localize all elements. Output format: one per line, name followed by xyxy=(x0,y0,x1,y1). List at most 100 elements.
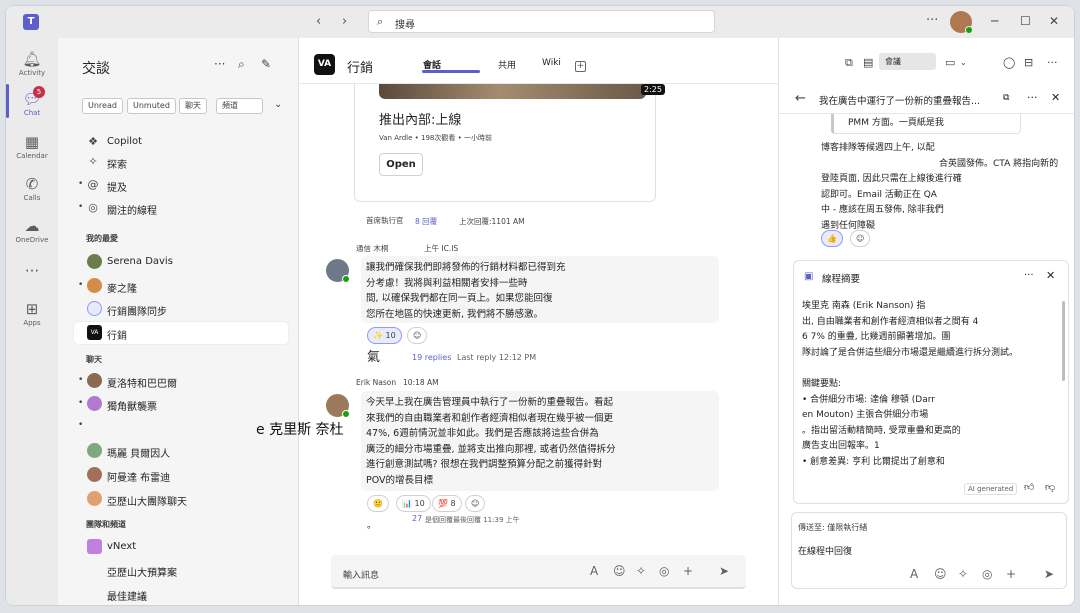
sidebar-item-chat[interactable]: • 獨角獸襲票 xyxy=(74,393,288,415)
sidebar-item-followed[interactable]: • ◎ 關注的線程 xyxy=(74,197,288,219)
filter-channels[interactable]: 頻道 xyxy=(216,98,263,114)
search-box[interactable]: ⌕ 搜尋 xyxy=(368,10,715,33)
title-bar: T ‹ › ⌕ 搜尋 ··· ─ ☐ ✕ xyxy=(6,6,1074,38)
replies-link[interactable]: 19 replies xyxy=(412,353,451,362)
unread-badge: 5 xyxy=(33,86,45,98)
loop-icon[interactable]: ◎ xyxy=(659,564,669,578)
sidebar-item-chat[interactable]: 亞歷山大團隊聊天 xyxy=(74,488,288,510)
panel-icon[interactable]: ⊟ xyxy=(1024,56,1033,69)
popout-icon[interactable]: ⧉ xyxy=(1003,93,1009,103)
avatar[interactable] xyxy=(326,259,350,283)
thumbs-up-icon[interactable]: 👍︎ xyxy=(1024,481,1034,493)
filter-unread[interactable]: Unread xyxy=(82,98,123,114)
sticker-icon[interactable]: ✧ xyxy=(958,567,968,581)
video-icon[interactable]: ▭ xyxy=(945,56,955,69)
message-input[interactable]: 輸入訊息 xyxy=(343,568,379,581)
reaction-chart[interactable]: 📊 10 xyxy=(396,495,431,512)
close-window-icon[interactable]: ✕ xyxy=(1049,14,1059,28)
replies-link[interactable]: 8 回覆 xyxy=(415,216,437,227)
scrollbar[interactable] xyxy=(1062,301,1065,381)
format-icon[interactable]: A xyxy=(590,564,598,578)
reply-target[interactable]: 傳送至: 僅限執行緒 xyxy=(798,522,867,533)
sidebar-item-copilot[interactable]: ❖ Copilot xyxy=(74,131,288,153)
filter-unmuted[interactable]: Unmuted xyxy=(127,98,176,114)
rail-calendar[interactable]: ▦ Calendar xyxy=(6,133,58,160)
format-icon[interactable]: A xyxy=(910,567,918,581)
back-arrow-icon[interactable]: ← xyxy=(795,91,806,106)
close-icon[interactable]: ✕ xyxy=(1051,91,1060,104)
profile-avatar[interactable] xyxy=(950,11,973,34)
sidebar-item-marketing-sync[interactable]: 行銷團隊同步 xyxy=(74,298,288,320)
rail-activity[interactable]: 🔔︎ Activity xyxy=(6,50,58,77)
reaction-sparkle[interactable]: ✨ 10 xyxy=(367,327,402,344)
chevron-down-icon[interactable]: ⌄ xyxy=(960,58,967,67)
sidebar-item-mentions[interactable]: • @ 提及 xyxy=(74,174,288,196)
tab-shared[interactable]: 共用 xyxy=(498,58,516,71)
rail-calls[interactable]: ✆ Calls xyxy=(6,175,58,202)
emoji-icon[interactable]: ☺ xyxy=(613,564,626,578)
sidebar-item-marketing[interactable]: VA 行銷 xyxy=(74,322,288,344)
sidebar-item-serena[interactable]: Serena Davis xyxy=(74,251,288,273)
add-reaction-icon[interactable]: ☺ xyxy=(465,495,486,512)
compose-box[interactable]: 輸入訊息 A ☺ ✧ ◎ + ➤ xyxy=(331,555,746,589)
chat-bubble-icon[interactable]: ◯ xyxy=(1003,56,1015,69)
plus-icon[interactable]: + xyxy=(1006,567,1016,581)
reaction-100[interactable]: 💯 8 xyxy=(432,495,462,512)
sidebar-item-discover[interactable]: ✧ 探索 xyxy=(74,151,288,173)
clipboard-icon[interactable]: ▤ xyxy=(863,56,873,69)
close-icon[interactable]: ✕ xyxy=(1046,269,1055,282)
open-button[interactable]: Open xyxy=(379,153,423,176)
rail-apps[interactable]: ⊞ Apps xyxy=(6,300,58,327)
summary-text: 埃里克 南森 (Erik Nanson) 指 出, 自由職業者和創作者經濟相似者… xyxy=(802,301,1019,467)
reaction-emoji[interactable]: 🙂 xyxy=(367,495,389,512)
more-icon[interactable]: ··· xyxy=(214,57,225,71)
phone-icon: ✆ xyxy=(25,175,39,193)
search-icon[interactable]: ⌕ xyxy=(238,57,245,72)
compose-icon[interactable]: ✎ xyxy=(261,57,271,71)
replies-link[interactable]: 27 xyxy=(412,514,422,523)
add-reaction-icon[interactable]: ☺ xyxy=(850,230,871,247)
plus-icon[interactable]: + xyxy=(683,564,693,578)
sidebar-item-chat[interactable]: 瑪麗 貝爾因人 xyxy=(74,440,288,462)
avatar xyxy=(87,278,102,293)
more-icon[interactable]: ··· xyxy=(1024,270,1034,281)
emoji-icon[interactable]: ☺ xyxy=(934,567,947,581)
more-icon[interactable]: ··· xyxy=(1027,91,1038,104)
rail-more[interactable]: ··· xyxy=(6,262,58,280)
thread-reply-box[interactable]: 傳送至: 僅限執行緒 在線程中回復 A ☺ ✧ ◎ + ➤ xyxy=(791,512,1067,589)
chevron-down-icon[interactable]: ⌄ xyxy=(274,99,282,110)
copy-icon[interactable]: ⧉ xyxy=(845,56,853,70)
sidebar-item-chat[interactable]: • 夏洛特和巴巴爾 xyxy=(74,370,288,392)
search-input[interactable]: 搜尋 xyxy=(395,16,415,31)
reply-input[interactable]: 在線程中回復 xyxy=(798,544,852,557)
reaction-thumbs[interactable]: 👍 xyxy=(821,230,843,247)
card-subtitle: Van Ardle • 198次觀看 • 一小時前 xyxy=(379,134,492,142)
forward-arrow-icon[interactable]: › xyxy=(342,14,347,29)
minimize-icon[interactable]: ─ xyxy=(991,14,998,28)
back-arrow-icon[interactable]: ‹ xyxy=(316,14,321,29)
sidebar-item-channel[interactable]: 亞歷山大預算案 xyxy=(74,559,288,581)
sticker-icon[interactable]: ✧ xyxy=(636,564,646,578)
loop-icon[interactable]: ◎ xyxy=(982,567,992,581)
add-tab-icon[interactable]: + xyxy=(575,61,586,72)
teams-logo-icon: T xyxy=(23,14,39,30)
sidebar-item-mai[interactable]: • 麥之隆 xyxy=(74,275,288,297)
avatar[interactable] xyxy=(326,394,350,418)
tab-wiki[interactable]: Wiki xyxy=(542,58,561,68)
filter-chats[interactable]: 聊天 xyxy=(179,98,207,114)
thumbs-down-icon[interactable]: 👎︎ xyxy=(1045,481,1055,493)
rail-onedrive[interactable]: ☁ OneDrive xyxy=(6,217,58,244)
rail-chat[interactable]: 💬︎ 5 Chat xyxy=(6,86,58,117)
sparkle-icon: ✧ xyxy=(88,155,98,168)
sidebar-item-team[interactable]: vNext xyxy=(74,536,288,558)
sidebar-item-chat[interactable]: 阿曼達 布雷迪 xyxy=(74,464,288,486)
sidebar-item-channel[interactable]: 最佳建議 xyxy=(74,583,288,605)
video-thumbnail[interactable]: 2:25 xyxy=(379,84,665,99)
send-icon[interactable]: ➤ xyxy=(719,564,729,578)
maximize-icon[interactable]: ☐ xyxy=(1020,14,1031,28)
add-reaction-icon[interactable]: ☺ xyxy=(407,327,428,344)
send-icon[interactable]: ➤ xyxy=(1044,567,1054,581)
more-icon[interactable]: ··· xyxy=(1047,56,1058,69)
meet-button[interactable]: 會議 xyxy=(879,53,936,70)
more-options-icon[interactable]: ··· xyxy=(926,13,938,28)
